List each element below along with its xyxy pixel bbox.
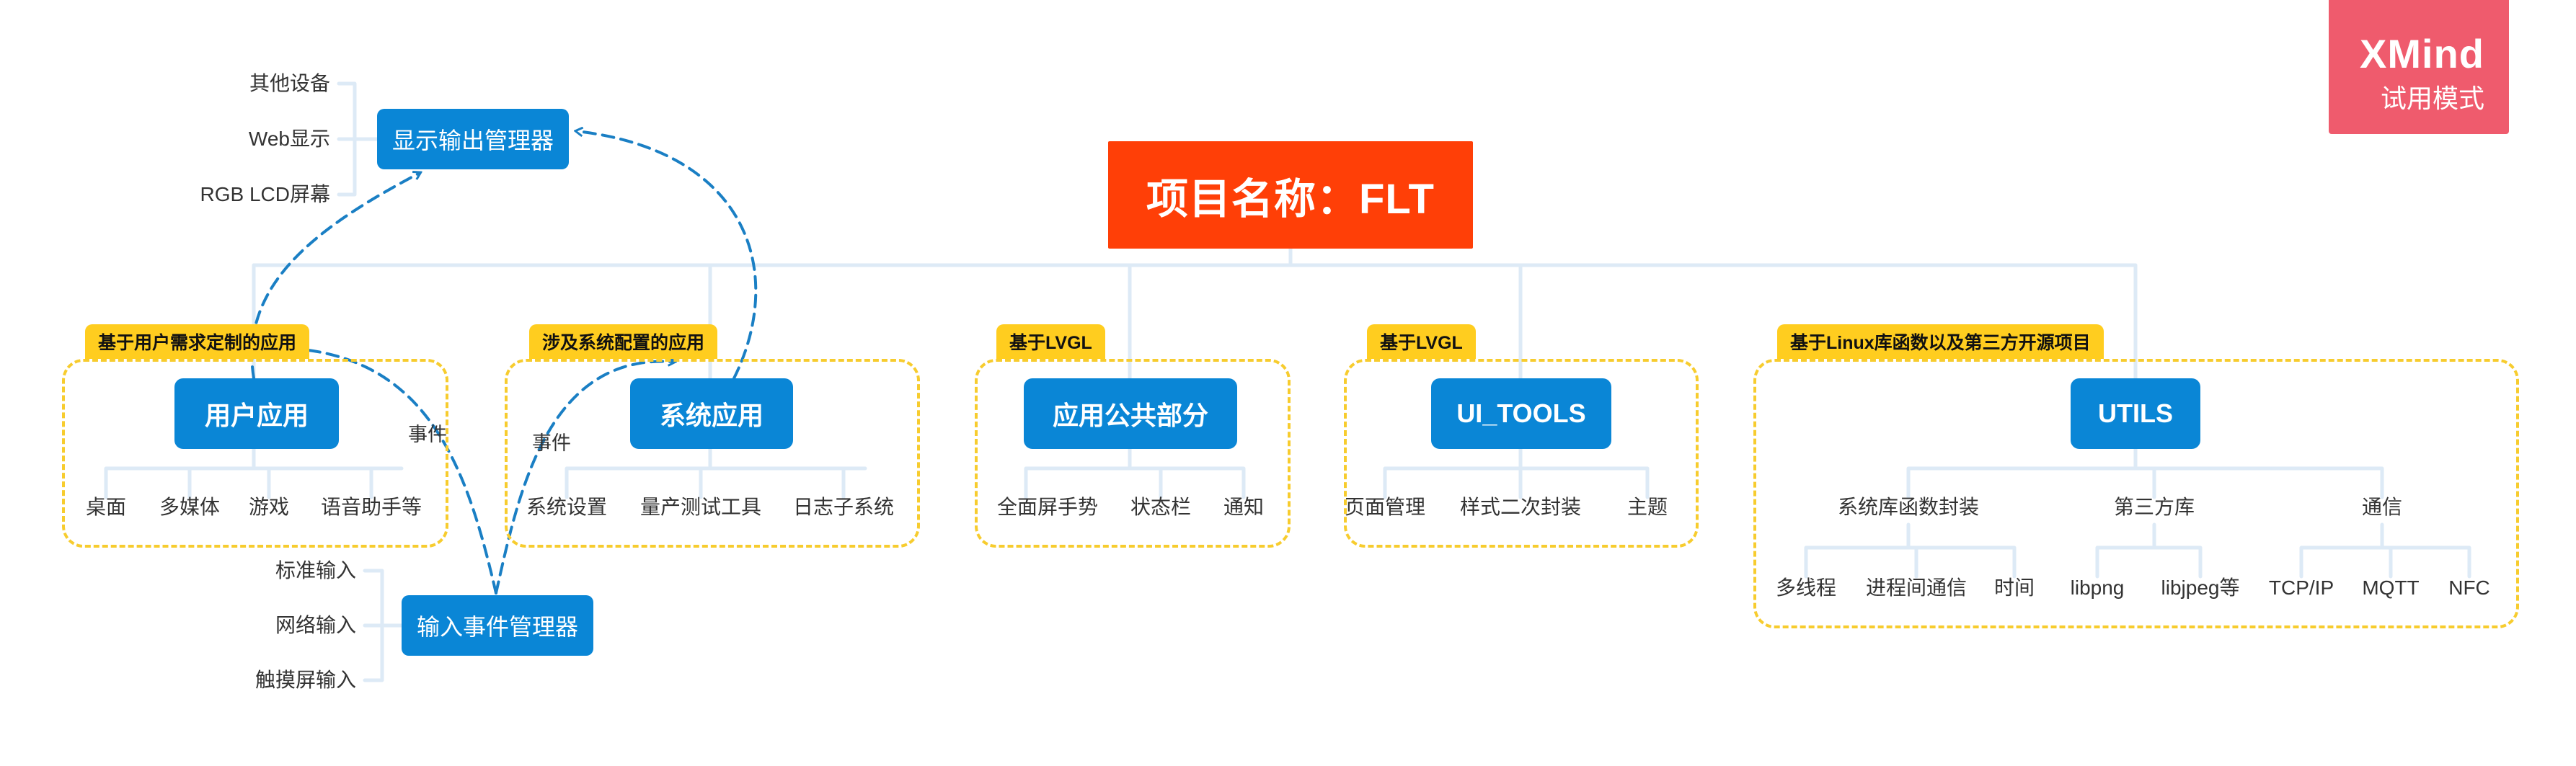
leaf-libjpeg[interactable]: libjpeg等	[2161, 575, 2240, 601]
topic-display-output-manager[interactable]: 显示输出管理器	[377, 109, 569, 169]
topic-system-apps[interactable]: 系统应用	[630, 378, 793, 449]
leaf-page-management[interactable]: 页面管理	[1345, 494, 1425, 520]
topic-utils[interactable]: UTILS	[2071, 378, 2200, 449]
leaf-touchscreen-input[interactable]: 触摸屏输入	[255, 667, 356, 693]
leaf-notification[interactable]: 通知	[1223, 494, 1264, 520]
relation-label-event-1[interactable]: 事件	[408, 422, 447, 447]
leaf-system-settings[interactable]: 系统设置	[526, 494, 607, 520]
leaf-mqtt[interactable]: MQTT	[2362, 575, 2419, 601]
trial-mode-text: 试用模式	[2380, 84, 2484, 113]
leaf-style-wrapper[interactable]: 样式二次封装	[1460, 494, 1581, 520]
leaf-nfc[interactable]: NFC	[2448, 575, 2490, 601]
leaf-web-display[interactable]: Web显示	[249, 126, 330, 152]
topic-app-common[interactable]: 应用公共部分	[1024, 378, 1237, 449]
leaf-theme[interactable]: 主题	[1627, 494, 1668, 520]
topic-user-apps[interactable]: 用户应用	[174, 378, 339, 449]
group-tag-utils: 基于Linux库函数以及第三方开源项目	[1777, 324, 2104, 359]
leaf-multimedia[interactable]: 多媒体	[159, 494, 220, 520]
root-topic[interactable]: 项目名称：FLT	[1108, 141, 1473, 249]
subtopic-third-party[interactable]: 第三方库	[2114, 494, 2195, 520]
leaf-network-input[interactable]: 网络输入	[275, 613, 356, 638]
leaf-multithread[interactable]: 多线程	[1776, 575, 1836, 601]
subtopic-communication[interactable]: 通信	[2362, 494, 2402, 520]
root-title: 项目名称：FLT	[1146, 175, 1435, 223]
leaf-log-subsystem[interactable]: 日志子系统	[793, 494, 894, 520]
relation-label-event-2[interactable]: 事件	[532, 430, 571, 456]
leaf-desktop[interactable]: 桌面	[86, 494, 126, 520]
xmind-watermark: XMind 试用模式	[2329, 0, 2509, 134]
leaf-rgb-lcd[interactable]: RGB LCD屏幕	[200, 182, 330, 208]
leaf-games[interactable]: 游戏	[249, 494, 289, 520]
group-tag-app-common: 基于LVGL	[996, 324, 1105, 359]
xmind-logo-text: XMind	[2360, 31, 2484, 76]
leaf-tcpip[interactable]: TCP/IP	[2269, 575, 2334, 601]
subtopic-syslib-wrapper[interactable]: 系统库函数封装	[1838, 494, 1979, 520]
group-tag-ui-tools: 基于LVGL	[1367, 324, 1476, 359]
topic-input-event-manager[interactable]: 输入事件管理器	[402, 595, 593, 656]
leaf-libpng[interactable]: libpng	[2071, 575, 2125, 601]
leaf-time[interactable]: 时间	[1994, 575, 2035, 601]
leaf-fullscreen-gesture[interactable]: 全面屏手势	[997, 494, 1098, 520]
leaf-production-test-tool[interactable]: 量产测试工具	[640, 494, 761, 520]
leaf-other-devices[interactable]: 其他设备	[249, 71, 330, 97]
topic-ui-tools[interactable]: UI_TOOLS	[1431, 378, 1611, 449]
leaf-ipc[interactable]: 进程间通信	[1866, 575, 1967, 601]
leaf-standard-input[interactable]: 标准输入	[275, 558, 356, 584]
mind-map-canvas: 项目名称：FLT 基于用户需求定制的应用 用户应用 桌面 多媒体 游戏 语音助手…	[0, 0, 2576, 766]
leaf-voice-assistant[interactable]: 语音助手等	[321, 494, 422, 520]
group-tag-system-apps: 涉及系统配置的应用	[529, 324, 718, 359]
group-tag-user-apps: 基于用户需求定制的应用	[85, 324, 310, 359]
leaf-status-bar[interactable]: 状态栏	[1130, 494, 1191, 520]
